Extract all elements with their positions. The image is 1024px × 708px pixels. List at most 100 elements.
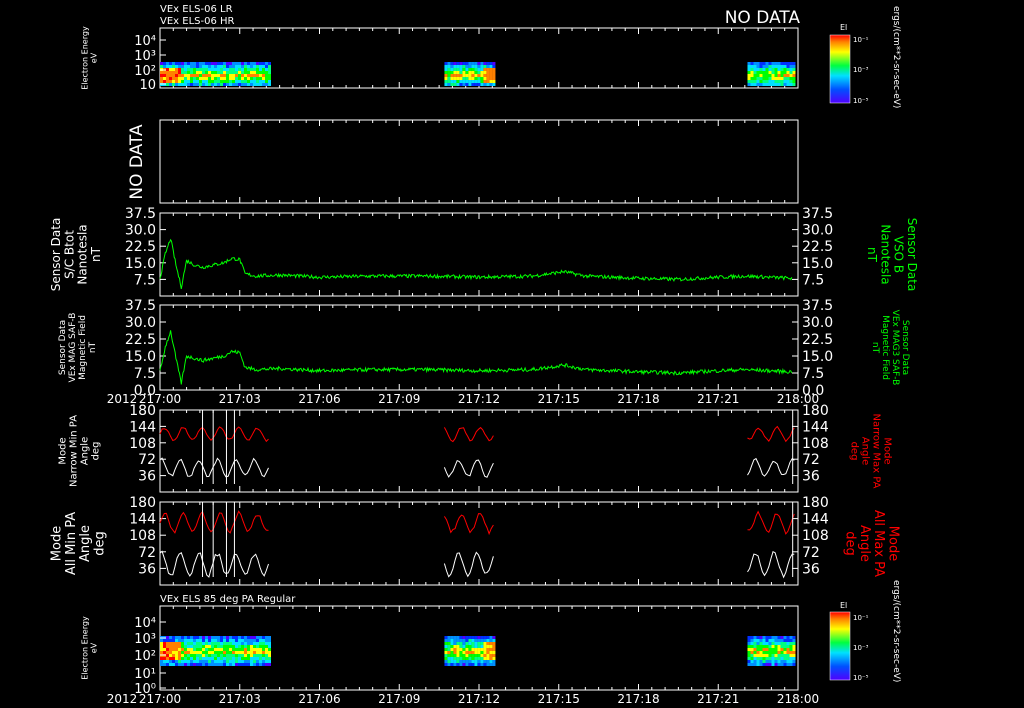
time-axis-tick-label: 217:15 bbox=[538, 692, 580, 706]
panel-1-spectrogram-pixel bbox=[175, 83, 178, 86]
panel-7-spectrogram-pixel bbox=[238, 651, 241, 654]
panel-1-spectrogram-pixel bbox=[789, 65, 793, 68]
panel-1-spectrogram-pixel bbox=[253, 77, 256, 80]
panel-1-spectrogram-pixel bbox=[456, 74, 460, 77]
panel-7-spectrogram-pixel bbox=[190, 663, 193, 666]
panel-7-spectrogram-pixel bbox=[190, 639, 193, 642]
panel-7-spectrogram-pixel bbox=[253, 648, 256, 651]
panel-7-spectrogram-pixel bbox=[160, 663, 163, 666]
panel-6-ytick-label: 72 bbox=[138, 545, 156, 561]
panel-7-spectrogram-pixel bbox=[462, 663, 466, 666]
panel-5-ylabel-right-line: Narrow Max PA bbox=[871, 414, 882, 489]
panel-1-spectrogram-pixel bbox=[762, 74, 766, 77]
panel-3-ytick-label-right: 22.5 bbox=[802, 239, 833, 255]
panel-7-spectrogram-pixel bbox=[175, 657, 178, 660]
panel-7-spectrogram-pixel bbox=[175, 648, 178, 651]
panel-1-spectrogram-pixel bbox=[208, 65, 211, 68]
panel-1-spectrogram-pixel bbox=[765, 74, 769, 77]
colorbar-bottom: El 10⁻¹ 10⁻³ 10⁻⁵ ergs/(cm**2-sr-sec-eV) bbox=[829, 580, 901, 682]
panel-1-spectrogram-pixel bbox=[750, 80, 754, 83]
panel-1-spectrogram-pixel bbox=[765, 71, 769, 74]
panel-7-spectrogram-pixel bbox=[232, 657, 235, 660]
panel-7-spectrogram-pixel bbox=[166, 663, 169, 666]
panel-7-spectrogram-pixel bbox=[492, 651, 496, 654]
panel-1-spectrogram-pixel bbox=[229, 80, 232, 83]
panel-7-spectrogram-pixel bbox=[256, 648, 259, 651]
panel-7-spectrogram-pixel bbox=[780, 663, 784, 666]
panel-1-spectrogram-pixel bbox=[492, 65, 496, 68]
panel-1-spectrogram-pixel bbox=[471, 68, 475, 71]
panel-7-spectrogram-pixel bbox=[259, 639, 262, 642]
panel-7-spectrogram-pixel bbox=[184, 651, 187, 654]
panel-7-spectrogram-pixel bbox=[792, 648, 796, 651]
panel-1-spectrogram-pixel bbox=[759, 77, 763, 80]
panel-7-spectrogram-pixel bbox=[262, 657, 265, 660]
panel-7-spectrogram-pixel bbox=[244, 654, 247, 657]
panel-1-spectrogram-pixel bbox=[202, 71, 205, 74]
panel-1-spectrogram-pixel bbox=[208, 62, 211, 65]
panel-7-spectrogram-pixel bbox=[181, 657, 184, 660]
panel-7-spectrogram-pixel bbox=[465, 660, 469, 663]
panel-7-spectrogram-pixel bbox=[777, 654, 781, 657]
panel-7-spectrogram-pixel bbox=[223, 636, 226, 639]
panel-1-spectrogram-pixel bbox=[750, 65, 754, 68]
panel-7-spectrogram-pixel bbox=[193, 663, 196, 666]
panel-7-spectrogram-pixel bbox=[756, 654, 760, 657]
panel-7-spectrogram-pixel bbox=[777, 660, 781, 663]
time-axis-tick-label: 217:03 bbox=[219, 392, 261, 406]
panel-7-spectrogram-pixel bbox=[175, 651, 178, 654]
panel-7-spectrogram-pixel bbox=[783, 648, 787, 651]
panel-7-spectrogram-pixel bbox=[783, 645, 787, 648]
panel-7-spectrogram-pixel bbox=[447, 654, 451, 657]
panel-7-spectrogram-pixel bbox=[181, 654, 184, 657]
panel-7-spectrogram-pixel bbox=[226, 657, 229, 660]
panel-1-spectrogram-pixel bbox=[456, 80, 460, 83]
panel-1-spectrogram-pixel bbox=[166, 83, 169, 86]
panel-7-spectrogram-pixel bbox=[238, 657, 241, 660]
panel-7-spectrogram-pixel bbox=[196, 651, 199, 654]
panel-7-spectrogram-pixel bbox=[208, 642, 211, 645]
panel-7-spectrogram-pixel bbox=[166, 660, 169, 663]
panel-1-spectrogram-pixel bbox=[232, 83, 235, 86]
panel-1-spectrogram-pixel bbox=[232, 62, 235, 65]
panel-7-spectrogram-pixel bbox=[447, 657, 451, 660]
panel-7-spectrogram-pixel bbox=[750, 648, 754, 651]
panel-1-spectrogram-pixel bbox=[169, 71, 172, 74]
panel-1-spectrogram-pixel bbox=[256, 74, 259, 77]
panel-1-spectrogram-pixel bbox=[792, 80, 796, 83]
panel-7-spectrogram-pixel bbox=[220, 636, 223, 639]
colorbar-top-tick-2: 10⁻³ bbox=[853, 66, 869, 74]
panel-7-spectrogram-pixel bbox=[241, 663, 244, 666]
panel-1-spectrogram-pixel bbox=[235, 80, 238, 83]
panel-1-spectrogram-pixel bbox=[247, 77, 250, 80]
panel-7-spectrogram-pixel bbox=[169, 660, 172, 663]
panel-1-spectrogram-pixel bbox=[205, 80, 208, 83]
panel-7-spectrogram-pixel bbox=[480, 636, 484, 639]
panel-1-spectrogram-pixel bbox=[474, 77, 478, 80]
panel-1-spectrogram-pixel bbox=[774, 77, 778, 80]
panel-7-spectrogram-pixel bbox=[241, 645, 244, 648]
panel-7-spectrogram-pixel bbox=[220, 657, 223, 660]
panel-7-spectrogram-pixel bbox=[205, 636, 208, 639]
panel-5-ytick-label-right: 36 bbox=[802, 469, 820, 485]
panel-1-spectrogram-pixel bbox=[256, 83, 259, 86]
colorbar-bottom-units: ergs/(cm**2-sr-sec-eV) bbox=[891, 580, 901, 682]
panel-1-spectrogram-pixel bbox=[792, 62, 796, 65]
panel-7-spectrogram-pixel bbox=[226, 660, 229, 663]
panel-7-spectrogram-pixel bbox=[202, 654, 205, 657]
panel-7-spectrogram-pixel bbox=[262, 636, 265, 639]
panel-7-spectrogram-pixel bbox=[178, 657, 181, 660]
panel-1-spectrogram-pixel bbox=[765, 83, 769, 86]
time-axis-tick-label: 218:00 bbox=[777, 692, 819, 706]
panel-7-spectrogram-pixel bbox=[250, 660, 253, 663]
panel-7-spectrogram-pixel bbox=[250, 651, 253, 654]
panel-1-spectrogram-pixel bbox=[238, 80, 241, 83]
panel-7-spectrogram-pixel bbox=[789, 639, 793, 642]
panel-7-spectrogram-pixel bbox=[250, 657, 253, 660]
panel-7-spectrogram-pixel bbox=[226, 663, 229, 666]
colorbar-bottom-gradient bbox=[829, 611, 851, 681]
panel-5-ylabel-left-line: Angle bbox=[80, 437, 91, 465]
panel-7-spectrogram-pixel bbox=[450, 654, 454, 657]
panel-7-spectrogram-pixel bbox=[172, 654, 175, 657]
time-axis-tick-label: 217:06 bbox=[298, 392, 340, 406]
